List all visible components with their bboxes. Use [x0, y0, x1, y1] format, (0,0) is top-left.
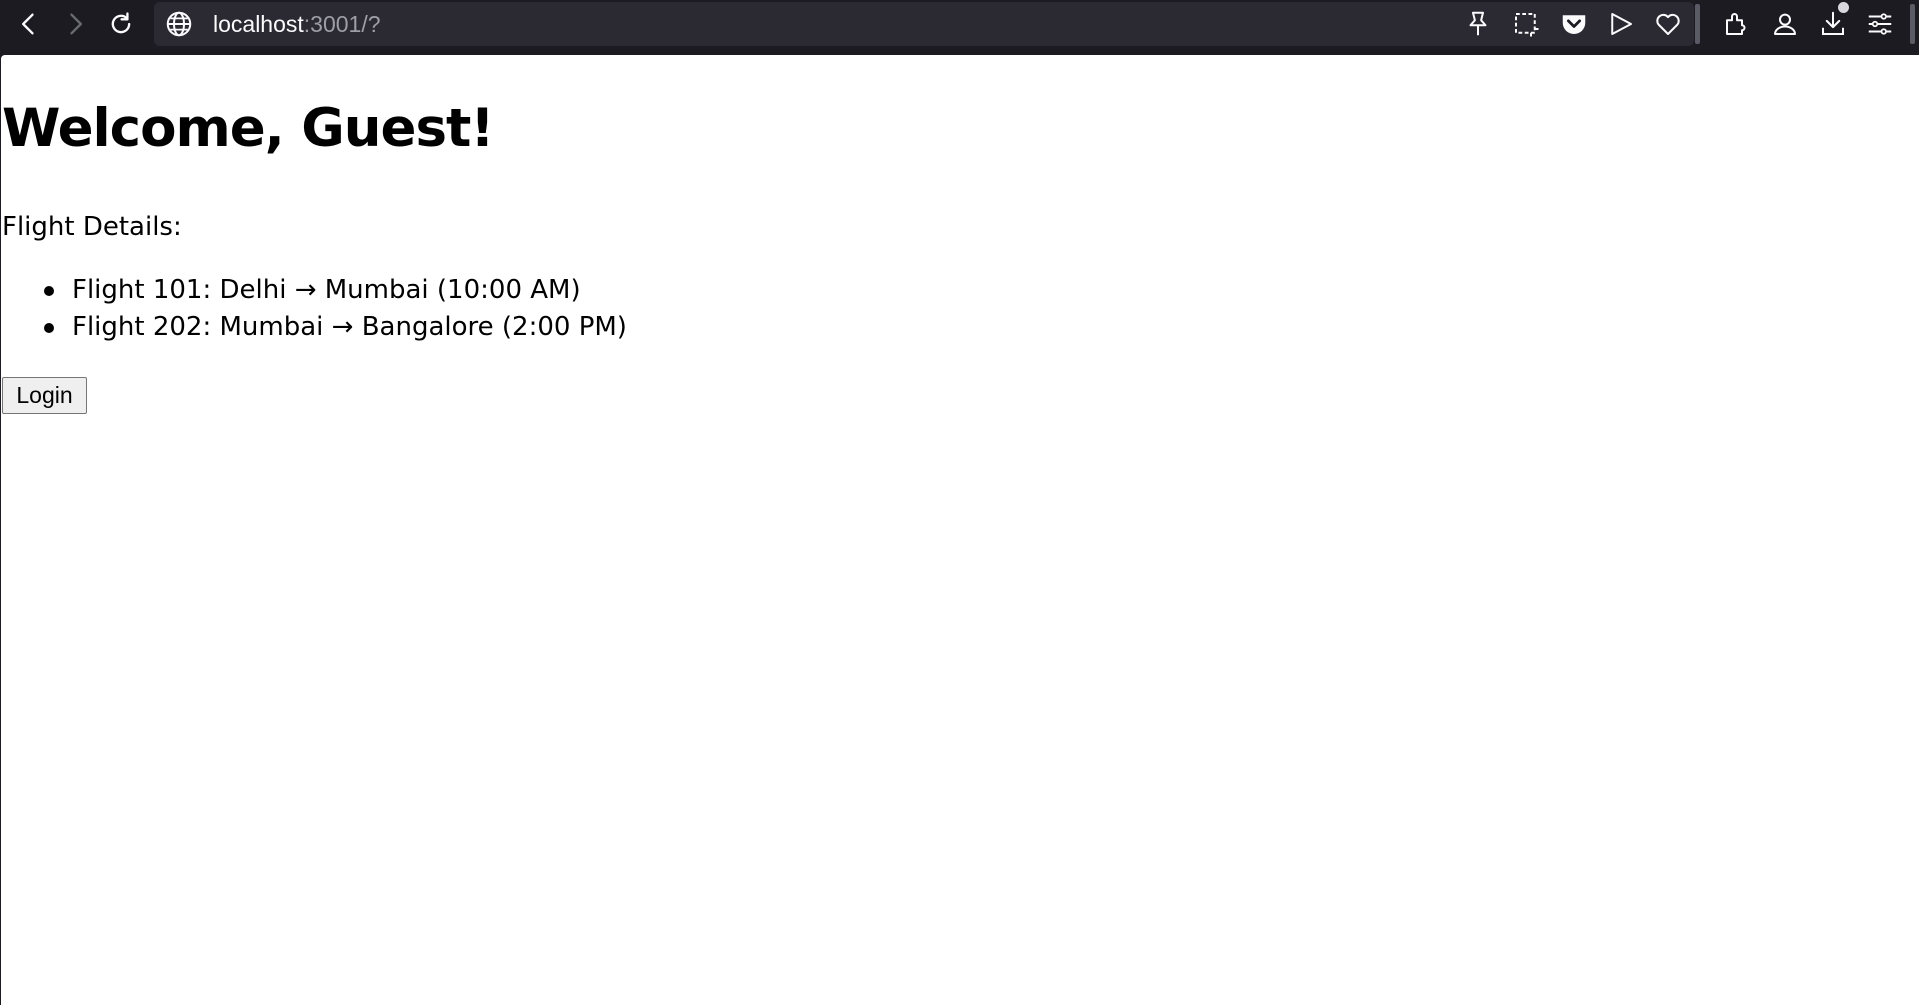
app-menu-button[interactable] [1862, 6, 1898, 42]
toolbar-separator [1695, 4, 1700, 44]
globe-icon [166, 11, 192, 37]
extensions-icon [1726, 13, 1746, 35]
pin-icon [1469, 11, 1487, 36]
back-icon [22, 13, 34, 35]
download-indicator-dot [1838, 2, 1849, 13]
favorite-button[interactable] [1650, 6, 1686, 42]
toolbar-edge [1910, 4, 1915, 44]
screenshot-button[interactable] [1508, 6, 1544, 42]
pocket-button[interactable] [1556, 6, 1592, 42]
account-button[interactable] [1767, 6, 1803, 42]
url-host: localhost [213, 11, 304, 37]
send-icon [1611, 13, 1632, 35]
heart-icon [1656, 13, 1680, 35]
flight-list: Flight 101: Delhi → Mumbai (10:00 AM) Fl… [1, 272, 627, 346]
browser-toolbar: localhost:3001/? [0, 0, 1919, 48]
downloads-icon [1822, 11, 1844, 35]
send-button[interactable] [1603, 6, 1639, 42]
bullet-icon [44, 286, 54, 296]
menu-icon [1868, 13, 1892, 35]
page-content: Welcome, Guest! Flight Details: Flight 1… [1, 55, 1919, 1005]
forward-icon [70, 13, 83, 35]
flight-item-text: Flight 101: Delhi → Mumbai (10:00 AM) [72, 275, 581, 305]
reload-icon [111, 12, 131, 34]
list-item: Flight 101: Delhi → Mumbai (10:00 AM) [1, 272, 627, 309]
pocket-icon [1562, 15, 1586, 34]
forward-button[interactable] [56, 5, 94, 43]
screenshot-icon [1515, 13, 1539, 37]
reload-button[interactable] [102, 5, 140, 43]
extensions-button[interactable] [1719, 6, 1755, 42]
url-text[interactable]: localhost:3001/? [213, 11, 381, 37]
flight-details-label: Flight Details: [2, 212, 182, 242]
login-button[interactable]: Login [2, 377, 87, 414]
url-path: :3001/? [303, 11, 381, 37]
account-icon [1774, 13, 1796, 35]
pin-button[interactable] [1460, 6, 1496, 42]
back-button[interactable] [10, 5, 48, 43]
list-item: Flight 202: Mumbai → Bangalore (2:00 PM) [1, 309, 627, 346]
page-title: Welcome, Guest! [2, 98, 495, 159]
bullet-icon [44, 323, 54, 333]
flight-item-text: Flight 202: Mumbai → Bangalore (2:00 PM) [72, 312, 627, 342]
